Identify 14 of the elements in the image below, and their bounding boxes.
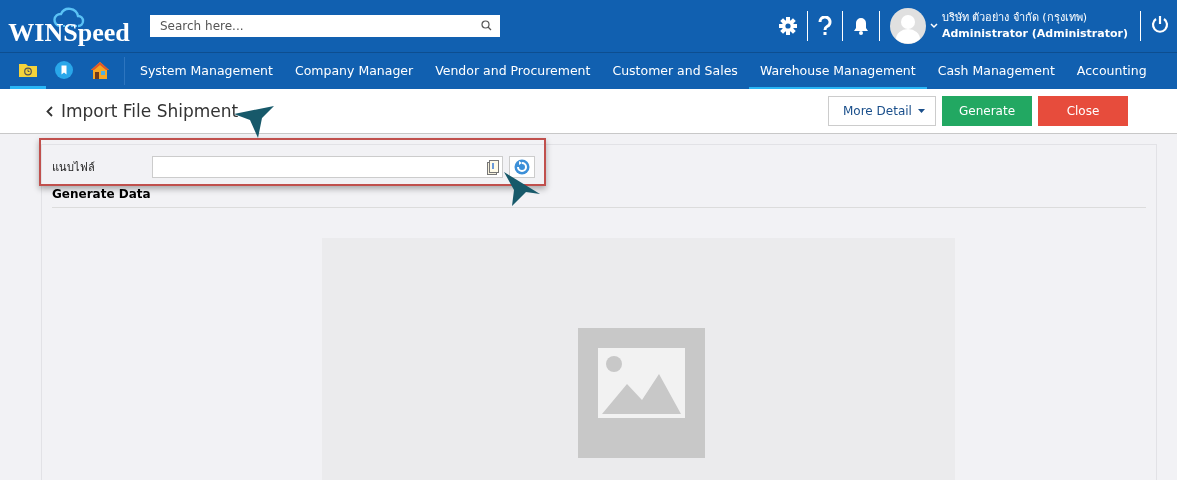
field-label: แนบไฟล์	[52, 160, 96, 176]
logo: WINSpeed	[8, 6, 130, 46]
menu-tab[interactable]: Vendor and Procurement	[424, 53, 602, 89]
company-name: บริษัท ตัวอย่าง จำกัด (กรุงเทพ)	[941, 10, 1088, 26]
menu-tab[interactable]: Cash Management	[926, 53, 1066, 89]
menu-tab[interactable]: System Management	[129, 53, 284, 89]
search-field[interactable]: Search here...	[150, 15, 500, 37]
user-name: Administrator (Administrator)	[941, 26, 1128, 42]
menu-tab[interactable]: Accounting	[1065, 53, 1158, 89]
close-button[interactable]: Close	[1038, 96, 1128, 126]
menu-tab[interactable]: Company Manager	[283, 53, 425, 89]
more-detail-dropdown[interactable]: More Detail	[828, 96, 936, 126]
page-title: Import File Shipment	[61, 101, 239, 121]
menu-tab[interactable]: Customer and Sales	[601, 53, 749, 89]
